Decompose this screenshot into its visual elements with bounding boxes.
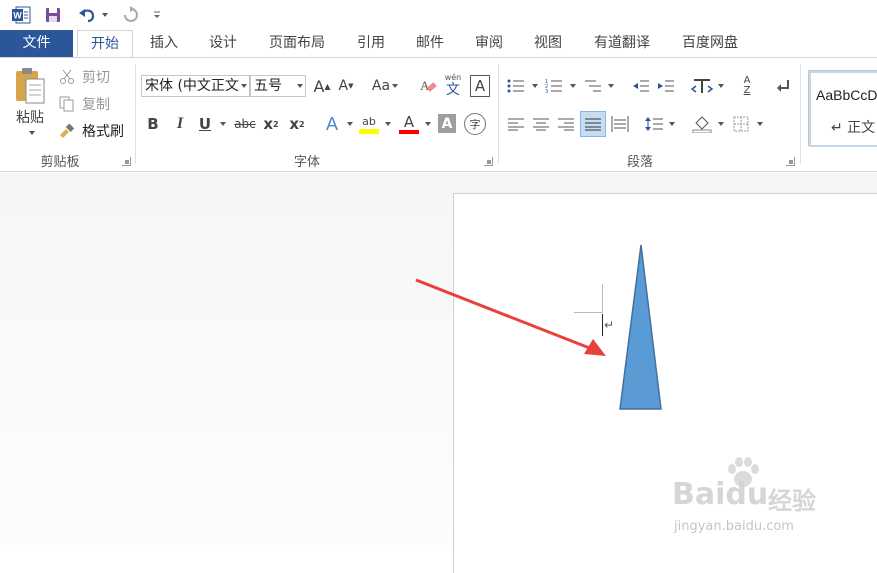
justify-icon[interactable]	[580, 111, 606, 137]
format-painter-icon[interactable]	[58, 122, 76, 140]
sort-icon[interactable]: AZ	[736, 73, 758, 99]
svg-text:W: W	[13, 11, 22, 21]
change-case-icon[interactable]: Aa	[368, 75, 402, 97]
font-size-combo[interactable]: 五号	[250, 75, 306, 97]
align-center-icon[interactable]	[530, 113, 552, 135]
undo-dropdown-icon[interactable]	[99, 4, 109, 26]
bullets-dropdown-icon[interactable]	[529, 75, 539, 97]
ribbon: 粘贴 剪切 复制 格式刷 剪贴板 宋体 (中文正文 五号 A ▲ A ▼ Aa A	[0, 57, 877, 172]
multilevel-dropdown-icon[interactable]	[605, 75, 615, 97]
baidu-watermark: Baidu 经验 jingyan.baidu.com	[672, 455, 832, 545]
style-normal[interactable]: AaBbCcDc ↵ 正文	[809, 71, 877, 147]
highlight-icon[interactable]: ab	[358, 111, 380, 137]
font-color-icon[interactable]: A	[398, 111, 420, 137]
quick-access-toolbar: W	[0, 0, 877, 30]
align-left-icon[interactable]	[505, 113, 527, 135]
line-spacing-dropdown-icon[interactable]	[666, 113, 676, 135]
cut-icon[interactable]	[58, 68, 76, 86]
increase-indent-icon[interactable]	[655, 75, 677, 97]
group-separator	[800, 64, 801, 164]
svg-text:3: 3	[545, 89, 548, 94]
clear-formatting-icon[interactable]: A	[418, 75, 438, 97]
decrease-indent-icon[interactable]	[630, 75, 652, 97]
copy-icon[interactable]	[58, 95, 76, 113]
borders-dropdown-icon[interactable]	[754, 113, 764, 135]
triangle-shape[interactable]	[619, 244, 662, 410]
font-name-value: 宋体 (中文正文	[145, 78, 239, 94]
multilevel-list-icon[interactable]	[582, 75, 604, 97]
paragraph-group-label: 段落	[626, 155, 653, 170]
paste-icon[interactable]	[10, 64, 50, 108]
red-arrow	[415, 278, 593, 351]
distributed-icon[interactable]	[609, 113, 631, 135]
grow-font-icon[interactable]: A ▲	[312, 75, 332, 97]
watermark-brand: Baidu	[672, 477, 769, 512]
shading-dropdown-icon[interactable]	[715, 113, 725, 135]
font-name-combo[interactable]: 宋体 (中文正文	[141, 75, 250, 97]
shading-icon[interactable]	[690, 113, 714, 135]
font-color-dropdown-icon[interactable]	[421, 113, 433, 135]
paste-button[interactable]: 粘贴	[10, 108, 50, 126]
show-marks-icon[interactable]	[772, 75, 794, 97]
tab-mailings[interactable]: 邮件	[404, 30, 456, 58]
align-right-icon[interactable]	[555, 113, 577, 135]
watermark-brand-cn: 经验	[768, 487, 816, 515]
enclose-characters-icon[interactable]: 字	[464, 113, 486, 135]
numbering-dropdown-icon[interactable]	[567, 75, 577, 97]
cut-button[interactable]: 剪切	[78, 67, 114, 87]
chinese-layout-dropdown-icon[interactable]	[715, 75, 725, 97]
styles-gallery[interactable]: AaBbCcDc ↵ 正文	[808, 70, 877, 147]
tab-insert[interactable]: 插入	[138, 30, 190, 58]
ribbon-tab-bar: 文件 开始 插入 设计 页面布局 引用 邮件 审阅 视图 有道翻译 百度网盘	[0, 30, 877, 59]
group-separator	[498, 64, 499, 164]
style-name: ↵ 正文	[831, 120, 876, 136]
format-painter-button[interactable]: 格式刷	[78, 121, 128, 141]
tab-youdao[interactable]: 有道翻译	[582, 30, 662, 58]
font-launcher-icon[interactable]	[484, 157, 493, 166]
strikethrough-icon[interactable]: abc	[232, 113, 258, 135]
style-sample-text: AaBbCcDc	[816, 87, 877, 103]
tab-home[interactable]: 开始	[77, 30, 133, 59]
watermark-url: jingyan.baidu.com	[674, 519, 794, 534]
line-spacing-icon[interactable]	[643, 113, 665, 135]
subscript-icon[interactable]: x2	[261, 113, 281, 135]
paragraph-launcher-icon[interactable]	[786, 157, 795, 166]
borders-icon[interactable]	[730, 113, 752, 135]
character-shading-icon[interactable]: A	[438, 114, 456, 133]
tab-review[interactable]: 审阅	[463, 30, 515, 58]
text-effects-dropdown-icon[interactable]	[343, 113, 355, 135]
underline-dropdown-icon[interactable]	[216, 113, 228, 135]
clipboard-group-label: 剪贴板	[40, 155, 80, 170]
tab-layout[interactable]: 页面布局	[258, 30, 336, 58]
undo-icon[interactable]	[76, 4, 98, 26]
italic-icon[interactable]: I	[170, 113, 190, 135]
underline-icon[interactable]: U	[196, 113, 214, 135]
character-border-icon[interactable]: A	[470, 75, 490, 97]
clipboard-launcher-icon[interactable]	[122, 157, 131, 166]
tab-file[interactable]: 文件	[0, 30, 73, 58]
bullets-icon[interactable]	[505, 75, 527, 97]
tab-view[interactable]: 视图	[522, 30, 574, 58]
customize-icon[interactable]	[150, 4, 164, 26]
chinese-layout-icon[interactable]	[690, 75, 714, 97]
font-size-value: 五号	[254, 78, 282, 94]
tab-references[interactable]: 引用	[345, 30, 397, 58]
copy-button[interactable]: 复制	[78, 94, 114, 114]
phonetic-guide-icon[interactable]: wén 文	[442, 72, 464, 100]
save-icon[interactable]	[42, 4, 64, 26]
text-effects-icon[interactable]: A	[322, 113, 342, 135]
group-separator	[135, 64, 136, 164]
numbering-icon[interactable]: 123	[543, 75, 565, 97]
shrink-font-icon[interactable]: A ▼	[336, 75, 356, 97]
paste-dropdown-icon[interactable]	[26, 128, 36, 138]
bold-icon[interactable]: B	[143, 113, 163, 135]
svg-text:A: A	[420, 78, 430, 93]
tab-design[interactable]: 设计	[197, 30, 249, 58]
redo-icon[interactable]	[120, 4, 142, 26]
superscript-icon[interactable]: x2	[287, 113, 307, 135]
tab-baidu-netdisk[interactable]: 百度网盘	[670, 30, 750, 58]
highlight-dropdown-icon[interactable]	[381, 113, 393, 135]
font-group-label: 字体	[293, 155, 320, 170]
word-app-icon[interactable]: W	[10, 4, 32, 26]
